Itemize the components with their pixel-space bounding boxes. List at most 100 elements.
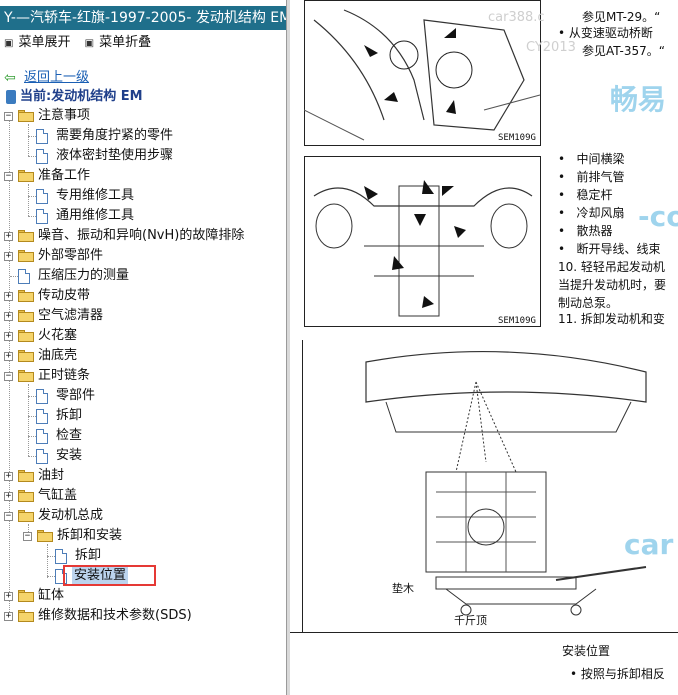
expand-icon[interactable]: +	[4, 492, 13, 501]
figure-code: SEM109G	[498, 133, 536, 143]
watermark: CY2013	[526, 40, 576, 55]
step-10: 10. 轻轻吊起发动机	[558, 260, 665, 274]
tree-leaf[interactable]: 拆卸	[0, 406, 286, 426]
tree-node-cylinder-head[interactable]: + 气缸盖	[0, 486, 286, 506]
back-arrow-icon: ⇦	[4, 70, 16, 86]
expand-all-button[interactable]: ▣ 菜单展开	[4, 35, 70, 50]
folder-open-icon	[18, 170, 34, 182]
back-link-row[interactable]: ⇦ 返回上一级	[4, 68, 204, 88]
document-icon	[18, 269, 30, 284]
tree-leaf[interactable]: 压缩压力的测量	[0, 266, 286, 286]
label-wood-block: 垫木	[392, 582, 414, 595]
tree-leaf[interactable]: 安装	[0, 446, 286, 466]
divider-line	[290, 632, 678, 633]
tree-node-oil-pan[interactable]: + 油底壳	[0, 346, 286, 366]
folder-icon	[18, 590, 34, 602]
expand-icon[interactable]: +	[4, 312, 13, 321]
expand-icon[interactable]: +	[4, 612, 13, 621]
folder-icon	[18, 250, 34, 262]
document-icon	[36, 429, 48, 444]
list-item: • 散热器	[558, 224, 613, 238]
tree-leaf[interactable]: 检查	[0, 426, 286, 446]
expand-icon[interactable]: +	[4, 352, 13, 361]
tree-leaf[interactable]: 液体密封垫使用步骤	[0, 146, 286, 166]
list-item: • 前排气管	[558, 170, 625, 184]
folder-open-icon	[18, 370, 34, 382]
expand-icon[interactable]: +	[4, 232, 13, 241]
tree-panel: Y-—汽轿车-红旗-1997-2005- 发动机结构 EM. ▣ 菜单展开 ▣ 菜单…	[0, 0, 287, 695]
doc-text: 参见MT-29。“	[582, 10, 661, 24]
book-icon	[6, 90, 16, 104]
menu-square-icon: ▣	[4, 38, 14, 49]
collapse-icon[interactable]: −	[23, 532, 32, 541]
section-bullet: • 按照与拆卸相反	[570, 667, 665, 681]
folder-icon	[18, 290, 34, 302]
menu-square-icon: ▣	[84, 38, 95, 49]
expand-icon[interactable]: +	[4, 472, 13, 481]
tree-node-air-cleaner[interactable]: + 空气滤清器	[0, 306, 286, 326]
folder-icon	[18, 310, 34, 322]
list-item: • 断开导线、线束	[558, 242, 661, 256]
document-icon	[36, 129, 48, 144]
collapse-icon[interactable]: −	[4, 372, 13, 381]
tree-node-removal-installation[interactable]: − 拆卸和安装	[0, 526, 286, 546]
tree-node-timing-chain[interactable]: − 正时链条	[0, 366, 286, 386]
folder-icon	[18, 330, 34, 342]
collapse-icon[interactable]: −	[4, 512, 13, 521]
tree-node-oil-seal[interactable]: + 油封	[0, 466, 286, 486]
folder-icon	[18, 490, 34, 502]
document-icon	[36, 189, 48, 204]
doc-text: 参见AT-357。“	[582, 44, 665, 58]
document-icon	[36, 389, 48, 404]
expand-icon[interactable]: +	[4, 292, 13, 301]
back-link[interactable]: 返回上一级	[24, 68, 89, 88]
tree-node-precautions[interactable]: − 注意事项	[0, 106, 286, 126]
menu-bar: ▣ 菜单展开 ▣ 菜单折叠	[4, 34, 161, 52]
folder-icon	[18, 470, 34, 482]
tree-leaf[interactable]: 专用维修工具	[0, 186, 286, 206]
expand-icon[interactable]: +	[4, 252, 13, 261]
step-11: 11. 拆卸发动机和变	[558, 312, 665, 326]
tree-node-drive-belt[interactable]: + 传动皮带	[0, 286, 286, 306]
document-icon	[36, 209, 48, 224]
tree-node-nvh[interactable]: + 噪音、振动和异响(NvH)的故障排除	[0, 226, 286, 246]
collapse-all-button[interactable]: ▣ 菜单折叠	[85, 35, 151, 50]
tree-leaf[interactable]: 拆卸	[0, 546, 286, 566]
folder-icon	[18, 610, 34, 622]
tree-node-external-parts[interactable]: + 外部零部件	[0, 246, 286, 266]
figure-front-suspension	[304, 156, 541, 327]
document-icon	[36, 149, 48, 164]
tree-node-cylinder-block[interactable]: + 缸体	[0, 586, 286, 606]
tree-node-sds[interactable]: + 维修数据和技术参数(SDS)	[0, 606, 286, 626]
folder-open-icon	[37, 530, 53, 542]
doc-text: • 从变速驱动桥断	[558, 26, 653, 40]
collapse-icon[interactable]: −	[4, 112, 13, 121]
folder-icon	[18, 230, 34, 242]
list-item: • 稳定杆	[558, 188, 613, 202]
folder-open-icon	[18, 110, 34, 122]
tree-leaf[interactable]: 通用维修工具	[0, 206, 286, 226]
window-title: Y-—汽轿车-红旗-1997-2005- 发动机结构 EM.	[0, 6, 286, 30]
collapse-icon[interactable]: −	[4, 172, 13, 181]
document-viewer: SEM109G 参见MT-29。“ • 从变速驱动桥断 参见AT-357。“ S…	[290, 0, 678, 695]
tree-leaf[interactable]: 需要角度拧紧的零件	[0, 126, 286, 146]
step-10-text: 制动总泵。	[558, 296, 619, 310]
tree-leaf[interactable]: 零部件	[0, 386, 286, 406]
watermark: car	[624, 528, 674, 561]
document-icon	[55, 549, 67, 564]
document-icon	[36, 449, 48, 464]
tree-node-preparation[interactable]: − 准备工作	[0, 166, 286, 186]
selection-highlight-box	[63, 565, 156, 586]
expand-icon[interactable]: +	[4, 332, 13, 341]
expand-icon[interactable]: +	[4, 592, 13, 601]
tree-node-engine-assembly[interactable]: − 发动机总成	[0, 506, 286, 526]
tree-node-spark-plug[interactable]: + 火花塞	[0, 326, 286, 346]
section-title: 安装位置	[562, 644, 611, 658]
folder-open-icon	[18, 510, 34, 522]
current-location: 当前:发动机结构 EM	[4, 87, 224, 107]
document-icon	[36, 409, 48, 424]
watermark: -co	[638, 200, 678, 233]
figure-code: SEM109G	[498, 316, 536, 326]
watermark: car388.c	[488, 10, 545, 25]
folder-icon	[18, 350, 34, 362]
